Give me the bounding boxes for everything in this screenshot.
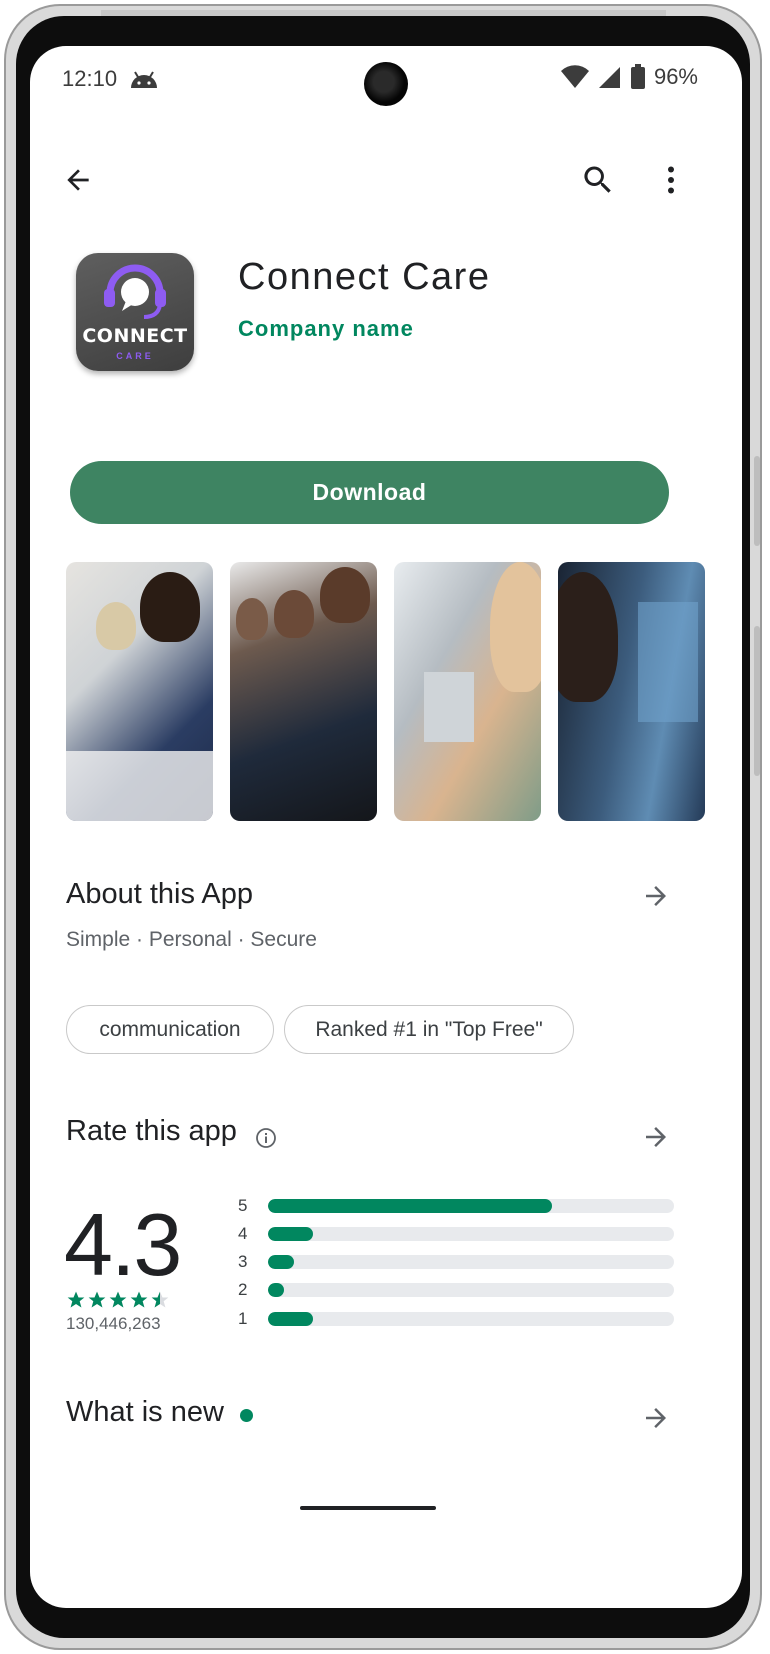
whats-new-arrow-button[interactable] bbox=[636, 1398, 676, 1438]
more-vert-icon bbox=[668, 166, 674, 194]
rating-bar-track bbox=[268, 1255, 674, 1269]
monitor-shape bbox=[424, 672, 474, 742]
wifi-icon bbox=[560, 65, 589, 88]
screen: 12:10 96% CONNECT CARE Connect Care Comp… bbox=[30, 46, 742, 1608]
app-logo-subtext: CARE bbox=[116, 351, 154, 361]
person-figure bbox=[558, 572, 618, 702]
rating-bar-label: 4 bbox=[238, 1224, 248, 1243]
person-figure bbox=[274, 590, 314, 638]
home-indicator[interactable] bbox=[300, 1506, 436, 1510]
whats-new-title: What is new bbox=[66, 1396, 224, 1428]
about-subtitle: Simple · Personal · Secure bbox=[66, 928, 317, 951]
screenshot-1[interactable] bbox=[66, 562, 213, 821]
person-figure bbox=[236, 598, 268, 640]
app-icon: CONNECT CARE bbox=[76, 253, 194, 371]
rating-bar-fill bbox=[268, 1312, 313, 1326]
app-logo-text: CONNECT bbox=[82, 325, 188, 347]
app-title: Connect Care bbox=[238, 256, 491, 298]
android-notification-icon bbox=[131, 71, 157, 88]
star-icon bbox=[67, 1291, 85, 1308]
status-time: 12:10 bbox=[62, 66, 118, 91]
about-title: About this App bbox=[66, 878, 254, 910]
rating-bar-label: 5 bbox=[238, 1196, 248, 1215]
star-icon bbox=[130, 1291, 148, 1308]
star-icon bbox=[109, 1291, 127, 1308]
new-indicator-dot bbox=[240, 1409, 253, 1422]
arrow-left-icon bbox=[67, 169, 89, 191]
power-button bbox=[754, 456, 760, 546]
rating-bar-row: 5 bbox=[238, 1196, 676, 1216]
phone-frame: 12:10 96% CONNECT CARE Connect Care Comp… bbox=[4, 4, 762, 1650]
back-button[interactable] bbox=[54, 156, 102, 204]
rating-bar-track bbox=[268, 1227, 674, 1241]
rating-bar-fill bbox=[268, 1227, 313, 1241]
chip-category[interactable]: communication bbox=[66, 1005, 274, 1054]
screenshot-4[interactable] bbox=[558, 562, 705, 821]
rating-bar-row: 3 bbox=[238, 1252, 676, 1272]
developer-link[interactable]: Company name bbox=[238, 316, 414, 342]
front-camera bbox=[364, 62, 408, 106]
rating-bar-label: 1 bbox=[238, 1309, 248, 1328]
monitor-shape bbox=[638, 602, 698, 722]
arrow-right-icon bbox=[646, 886, 666, 906]
rating-bar-fill bbox=[268, 1199, 553, 1213]
screenshot-2[interactable] bbox=[230, 562, 377, 821]
arrow-right-icon bbox=[646, 1127, 666, 1147]
rating-bar-label: 2 bbox=[238, 1280, 248, 1299]
cell-signal-icon bbox=[598, 67, 620, 88]
info-icon[interactable] bbox=[254, 1126, 278, 1150]
rating-bar-row: 1 bbox=[238, 1309, 676, 1329]
status-icons: 96% bbox=[560, 64, 698, 90]
person-figure bbox=[140, 572, 200, 642]
rating-bar-row: 2 bbox=[238, 1280, 676, 1300]
person-figure bbox=[320, 567, 370, 623]
battery-percent: 96% bbox=[653, 64, 698, 89]
battery-icon bbox=[630, 64, 645, 89]
star-icon bbox=[151, 1291, 169, 1308]
person-figure bbox=[96, 602, 136, 650]
rating-bar-label: 3 bbox=[238, 1252, 248, 1271]
chip-ranking[interactable]: Ranked #1 in "Top Free" bbox=[284, 1005, 574, 1054]
headset-chat-icon bbox=[104, 264, 166, 319]
review-count: 130,446,263 bbox=[66, 1314, 161, 1333]
star-icon bbox=[88, 1291, 106, 1308]
rating-bar-track bbox=[268, 1199, 674, 1213]
rate-title: Rate this app bbox=[66, 1115, 237, 1147]
search-icon bbox=[584, 166, 611, 193]
person-figure bbox=[490, 562, 541, 692]
download-button[interactable]: Download bbox=[70, 461, 669, 524]
rating-bar-fill bbox=[268, 1255, 295, 1269]
desk-shape bbox=[66, 751, 213, 821]
star-rating bbox=[66, 1290, 170, 1310]
rating-bar-track bbox=[268, 1312, 674, 1326]
rating-bar-row: 4 bbox=[238, 1224, 676, 1244]
rating-bar-track bbox=[268, 1283, 674, 1297]
search-button[interactable] bbox=[574, 156, 622, 204]
more-options-button[interactable] bbox=[647, 156, 695, 204]
screenshot-3[interactable] bbox=[394, 562, 541, 821]
rating-bar-fill bbox=[268, 1283, 285, 1297]
arrow-right-icon bbox=[646, 1408, 666, 1428]
volume-button bbox=[754, 626, 760, 776]
about-arrow-button[interactable] bbox=[636, 876, 676, 916]
average-rating: 4.3 bbox=[64, 1195, 182, 1294]
rate-arrow-button[interactable] bbox=[636, 1117, 676, 1157]
